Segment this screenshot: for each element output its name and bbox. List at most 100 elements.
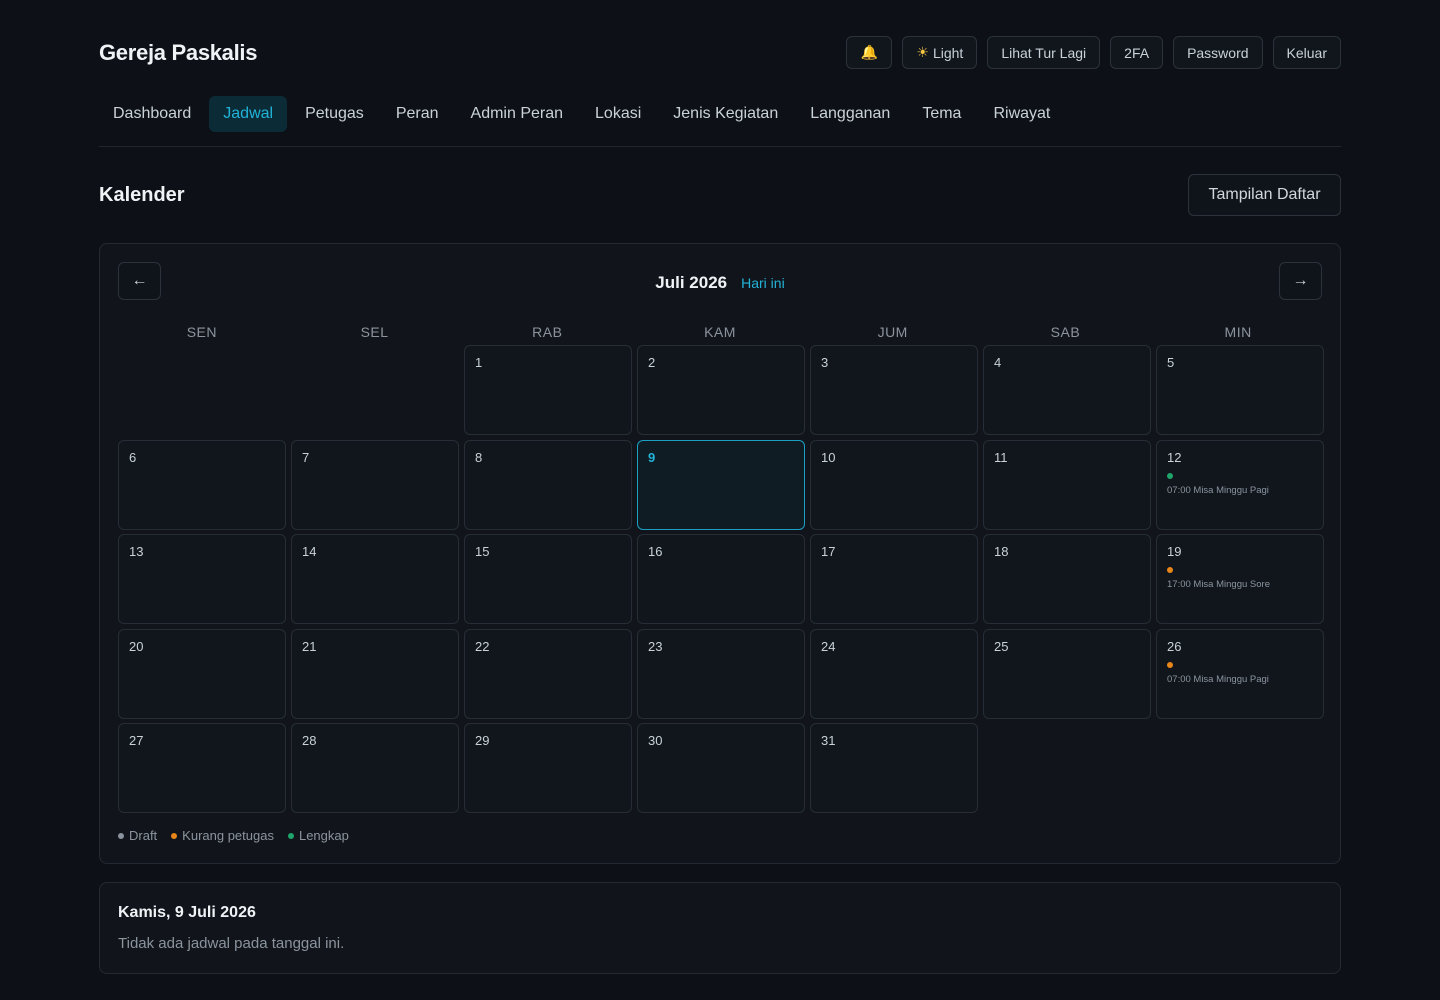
day-number: 26 xyxy=(1167,638,1182,654)
legend-dot xyxy=(118,832,124,839)
day-cell[interactable]: 14 xyxy=(291,534,459,624)
day-number: 23 xyxy=(648,638,663,654)
day-cell[interactable]: 26 07:00 Misa Minggu Pagi xyxy=(1156,628,1324,719)
event-label[interactable]: 07:00 Misa Minggu Pagi xyxy=(1167,674,1269,685)
day-number: 28 xyxy=(302,733,317,748)
tour-button[interactable]: Lihat Tur Lagi xyxy=(987,36,1101,69)
day-cell[interactable]: 9 xyxy=(637,439,805,530)
day-cell[interactable]: 28 xyxy=(291,723,459,813)
legend-item: Draft xyxy=(118,828,157,843)
day-number: 6 xyxy=(129,449,137,465)
day-cell[interactable]: 20 xyxy=(118,628,286,719)
day-cell[interactable]: 7 xyxy=(291,439,459,530)
day-number: 13 xyxy=(129,544,144,559)
twofa-button[interactable]: 2FA xyxy=(1110,36,1164,69)
nav-tab-langganan[interactable]: Langganan xyxy=(796,96,904,132)
day-cell[interactable]: 4 xyxy=(983,345,1151,435)
event-label[interactable]: 17:00 Misa Minggu Sore xyxy=(1167,579,1270,590)
day-number: 14 xyxy=(302,544,317,559)
main-nav: Dashboard Jadwal Petugas Peran Admin Peran Lo… xyxy=(99,96,1341,147)
password-button[interactable]: Password xyxy=(1173,36,1263,69)
day-cell[interactable]: 12 07:00 Misa Minggu Pagi xyxy=(1156,439,1324,530)
day-detail-title: Kamis, 9 Juli 2026 xyxy=(118,904,256,921)
legend-label: Kurang petugas xyxy=(182,828,274,843)
nav-tab-peran[interactable]: Peran xyxy=(382,96,453,132)
legend-dot xyxy=(171,832,178,839)
day-number: 1 xyxy=(475,355,483,370)
notifications-button[interactable]: 🔔 xyxy=(846,36,893,69)
day-cell[interactable]: 22 xyxy=(464,628,632,719)
status-dot xyxy=(1167,661,1173,668)
day-number: 19 xyxy=(1167,544,1182,559)
calendar-grid: 1 2 3 4 5 6 7 8 9 10 11 12 07:00 Misa Minggu Pagi 13 1… xyxy=(118,345,1324,813)
day-cell[interactable]: 23 xyxy=(637,628,805,719)
legend-label: Draft xyxy=(129,828,158,843)
legend-dot xyxy=(287,832,294,839)
month-header: Juli 2026 Hari ini xyxy=(100,273,1340,293)
day-cell[interactable]: 6 xyxy=(118,439,286,530)
status-dot xyxy=(1167,472,1173,479)
day-cell[interactable]: 8 xyxy=(464,439,632,530)
day-cell[interactable]: 13 xyxy=(118,534,286,624)
weekday-label: RAB xyxy=(532,324,563,340)
day-number: 9 xyxy=(648,449,656,465)
calendar-card: ← Juli 2026 Hari ini → SEN SEL RAB KAM JUM SA… xyxy=(99,243,1341,864)
weekday-label: KAM xyxy=(704,324,736,340)
weekday-header: SEN SEL RAB KAM JUM SAB MIN xyxy=(118,324,1322,340)
nav-tab-jadwal[interactable]: Jadwal xyxy=(209,96,288,132)
legend-item: Lengkap xyxy=(287,828,349,843)
nav-tab-lokasi[interactable]: Lokasi xyxy=(581,96,655,132)
day-number: 15 xyxy=(475,544,490,559)
legend-label: Lengkap xyxy=(298,828,349,843)
sun-icon: ☀ xyxy=(916,44,929,60)
day-number: 8 xyxy=(475,449,483,465)
day-cell[interactable]: 11 xyxy=(983,439,1151,530)
day-cell[interactable]: 16 xyxy=(637,534,805,624)
next-month-button[interactable]: → xyxy=(1279,262,1322,300)
day-number: 7 xyxy=(302,449,310,465)
logout-button[interactable]: Keluar xyxy=(1272,36,1341,69)
day-cell[interactable]: 25 xyxy=(983,628,1151,719)
list-view-button[interactable]: Tampilan Daftar xyxy=(1188,174,1341,216)
day-cell[interactable]: 3 xyxy=(810,345,978,435)
nav-tab-riwayat[interactable]: Riwayat xyxy=(979,96,1064,132)
day-number: 20 xyxy=(129,638,144,654)
nav-tab-dashboard[interactable]: Dashboard xyxy=(99,96,205,132)
day-cell[interactable]: 30 xyxy=(637,723,805,813)
day-cell[interactable]: 19 17:00 Misa Minggu Sore xyxy=(1156,534,1324,624)
day-cell[interactable]: 31 xyxy=(810,723,978,813)
day-cell[interactable]: 29 xyxy=(464,723,632,813)
day-detail-card: Kamis, 9 Juli 2026 Tidak ada jadwal pada… xyxy=(99,882,1341,974)
day-number: 22 xyxy=(475,638,490,654)
day-number: 24 xyxy=(821,638,836,654)
nav-tab-petugas[interactable]: Petugas xyxy=(291,96,378,132)
day-cell[interactable]: 10 xyxy=(810,439,978,530)
day-cell[interactable]: 17 xyxy=(810,534,978,624)
theme-toggle-label: Light xyxy=(932,44,964,61)
day-cell[interactable]: 15 xyxy=(464,534,632,624)
day-cell[interactable]: 27 xyxy=(118,723,286,813)
weekday-label: SEN xyxy=(186,324,217,340)
day-cell[interactable]: 2 xyxy=(637,345,805,435)
empty-day-cell xyxy=(291,345,459,435)
nav-tab-admin-peran[interactable]: Admin Peran xyxy=(457,96,578,132)
day-number: 5 xyxy=(1167,355,1175,370)
day-cell[interactable]: 1 xyxy=(464,345,632,435)
arrow-right-icon: → xyxy=(1292,272,1309,289)
day-number: 21 xyxy=(302,638,317,654)
day-cell[interactable]: 21 xyxy=(291,628,459,719)
day-cell[interactable]: 5 xyxy=(1156,345,1324,435)
theme-toggle-button[interactable]: ☀ Light xyxy=(902,36,978,69)
day-cell[interactable]: 24 xyxy=(810,628,978,719)
day-cell[interactable]: 18 xyxy=(983,534,1151,624)
weekday-label: MIN xyxy=(1224,324,1252,340)
nav-tab-jenis-kegiatan[interactable]: Jenis Kegiatan xyxy=(659,96,792,132)
event-label[interactable]: 07:00 Misa Minggu Pagi xyxy=(1167,485,1269,496)
empty-day-cell xyxy=(118,345,286,435)
day-number: 11 xyxy=(994,449,1008,465)
day-number: 27 xyxy=(129,733,144,748)
day-number: 31 xyxy=(821,733,836,748)
nav-tab-tema[interactable]: Tema xyxy=(908,96,975,132)
brand-title: Gereja Paskalis xyxy=(99,40,258,65)
today-link[interactable]: Hari ini xyxy=(741,275,785,291)
